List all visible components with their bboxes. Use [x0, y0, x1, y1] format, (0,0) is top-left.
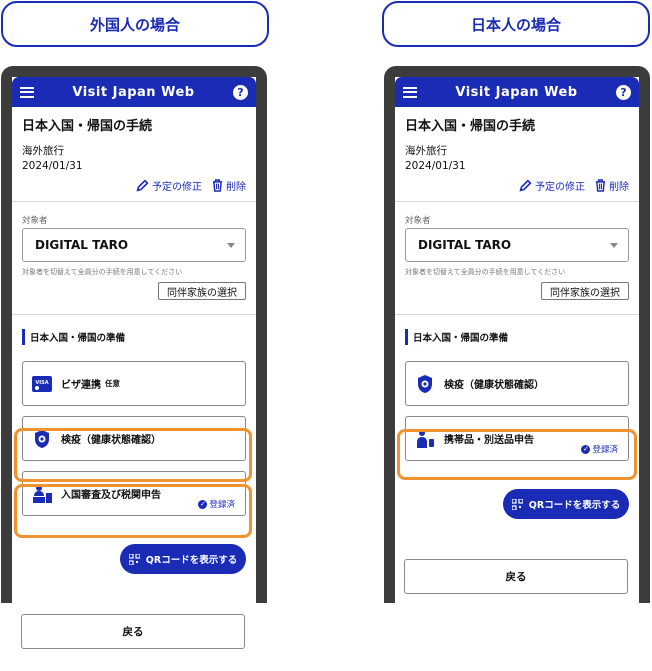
- virus-shield-icon: [418, 374, 432, 393]
- target-hint: 対象者を切替えて全員分の手続を用意してください: [22, 268, 183, 276]
- section-bar: [405, 329, 408, 345]
- target-person: 対象者 DIGITAL TARO 対象者を切替えて全員分の手続を用意してください…: [395, 202, 639, 300]
- app-topbar: Visit Japan Web ?: [395, 77, 639, 107]
- visa-card-label: ビザ連携: [61, 380, 101, 391]
- foreigner-header: 外国人の場合: [1, 1, 269, 47]
- edit-plan-button[interactable]: 予定の修正: [136, 178, 202, 193]
- delete-label: 削除: [609, 182, 629, 193]
- back-button[interactable]: 戻る: [21, 614, 245, 649]
- visa-card-icon: VISA: [32, 375, 52, 392]
- companion-row: 同伴家族の選択: [405, 282, 629, 300]
- target-label: 対象者: [405, 216, 431, 226]
- procedure-type: 海外旅行: [22, 145, 64, 157]
- edit-plan-label: 予定の修正: [152, 182, 202, 193]
- back-button[interactable]: 戻る: [404, 559, 628, 594]
- procedure-title: 日本入国・帰国の手続: [22, 119, 153, 134]
- procedure-actions: 予定の修正 削除: [22, 178, 246, 193]
- procedure-info: 日本入国・帰国の手続 海外旅行 2024/01/31 予定の修正 削除: [12, 107, 256, 193]
- target-select[interactable]: DIGITAL TARO: [22, 228, 246, 262]
- optional-tag: 任意: [105, 379, 120, 388]
- companion-select-button[interactable]: 同伴家族の選択: [158, 282, 246, 300]
- pencil-icon: [136, 179, 149, 192]
- section-title: 日本入国・帰国の準備: [405, 329, 629, 345]
- target-value: DIGITAL TARO: [35, 238, 129, 252]
- menu-icon[interactable]: [20, 86, 34, 98]
- edit-plan-button[interactable]: 予定の修正: [519, 178, 585, 193]
- highlight-quarantine: [14, 428, 252, 482]
- target-label: 対象者: [22, 216, 48, 226]
- target-select[interactable]: DIGITAL TARO: [405, 228, 629, 262]
- target-hint: 対象者を切替えて全員分の手続を用意してください: [405, 268, 566, 276]
- app-title: Visit Japan Web: [72, 84, 195, 100]
- procedure-actions: 予定の修正 削除: [405, 178, 629, 193]
- companion-select-button[interactable]: 同伴家族の選択: [541, 282, 629, 300]
- pencil-icon: [519, 179, 532, 192]
- quarantine-card-label: 検疫（健康状態確認）: [444, 380, 544, 391]
- delete-label: 削除: [226, 182, 246, 193]
- chevron-down-icon: [610, 242, 618, 248]
- help-icon[interactable]: ?: [232, 84, 248, 100]
- qr-code-icon: [511, 498, 523, 510]
- visa-card[interactable]: VISA ビザ連携 任意: [22, 361, 246, 406]
- section-title-label: 日本入国・帰国の準備: [413, 333, 509, 344]
- quarantine-card[interactable]: 検疫（健康状態確認）: [405, 361, 629, 406]
- procedure-type: 海外旅行: [405, 145, 447, 157]
- divider: [395, 314, 639, 315]
- procedure-info: 日本入国・帰国の手続 海外旅行 2024/01/31 予定の修正 削除: [395, 107, 639, 193]
- procedure-title: 日本入国・帰国の手続: [405, 119, 536, 134]
- target-person: 対象者 DIGITAL TARO 対象者を切替えて全員分の手続を用意してください…: [12, 202, 256, 300]
- chevron-down-icon: [227, 242, 235, 248]
- phone-frame-right: Visit Japan Web ? 日本入国・帰国の手続 海外旅行 2024/0…: [384, 66, 650, 603]
- highlight-immigration: [14, 484, 252, 538]
- screen-right: Visit Japan Web ? 日本入国・帰国の手続 海外旅行 2024/0…: [395, 77, 639, 603]
- divider: [12, 314, 256, 315]
- companion-row: 同伴家族の選択: [22, 282, 246, 300]
- japanese-header: 日本人の場合: [382, 1, 650, 47]
- app-topbar: Visit Japan Web ?: [12, 77, 256, 107]
- menu-icon[interactable]: [403, 86, 417, 98]
- section-bar: [22, 329, 25, 345]
- target-value: DIGITAL TARO: [418, 238, 512, 252]
- section-title: 日本入国・帰国の準備: [22, 329, 246, 345]
- edit-plan-label: 予定の修正: [535, 182, 585, 193]
- qr-code-icon: [128, 553, 140, 565]
- qr-code-label: QRコードを表示する: [528, 500, 621, 511]
- qr-code-label: QRコードを表示する: [145, 555, 238, 566]
- trash-icon: [595, 179, 606, 192]
- section-title-label: 日本入国・帰国の準備: [30, 333, 126, 344]
- svg-text:VISA: VISA: [35, 380, 48, 386]
- delete-button[interactable]: 削除: [212, 178, 246, 193]
- procedure-date: 2024/01/31: [405, 160, 466, 172]
- delete-button[interactable]: 削除: [595, 178, 629, 193]
- qr-code-button[interactable]: QRコードを表示する: [120, 544, 246, 574]
- help-icon[interactable]: ?: [615, 84, 631, 100]
- procedure-date: 2024/01/31: [22, 160, 83, 172]
- qr-code-button[interactable]: QRコードを表示する: [503, 489, 629, 519]
- highlight-customs: [397, 429, 637, 480]
- trash-icon: [212, 179, 223, 192]
- app-title: Visit Japan Web: [455, 84, 578, 100]
